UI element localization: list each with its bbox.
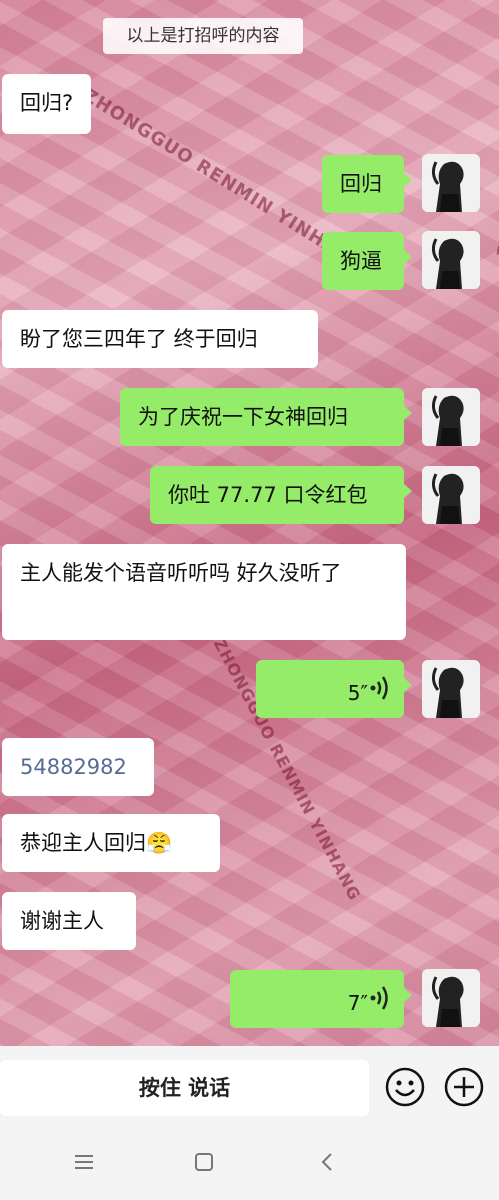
avatar-image	[422, 388, 480, 446]
system-navigation-bar	[0, 1124, 499, 1200]
voice-wave-icon	[370, 986, 388, 1010]
message-bubble-incoming[interactable]: 谢谢主人	[2, 892, 136, 950]
message-bubble-outgoing[interactable]: 狗逼	[322, 232, 412, 290]
chat-area[interactable]: ZHONGGUO RENMIN YINHANG ZHONGGUO RENMIN …	[0, 0, 499, 1046]
message-bubble-incoming[interactable]: 回归?	[2, 74, 92, 134]
message-bubble-incoming[interactable]: 恭迎主人回归😤	[2, 814, 220, 872]
home-icon[interactable]	[190, 1148, 218, 1176]
message-bubble-outgoing[interactable]: 为了庆祝一下女神回归	[120, 388, 412, 446]
voice-message-bubble[interactable]: 7″	[230, 970, 412, 1028]
avatar[interactable]	[422, 969, 480, 1027]
system-tip: 以上是打招呼的内容	[103, 18, 303, 54]
hold-to-talk-button[interactable]: 按住 说话	[0, 1060, 369, 1116]
avatar[interactable]	[422, 660, 480, 718]
back-icon[interactable]	[314, 1148, 342, 1176]
avatar-image	[422, 969, 480, 1027]
message-bubble-incoming[interactable]: 主人能发个语音听听吗 好久没听了	[2, 544, 406, 640]
voice-message-bubble[interactable]: 5″	[256, 660, 412, 718]
avatar[interactable]	[422, 154, 480, 212]
avatar[interactable]	[422, 466, 480, 524]
emoji-icon[interactable]	[384, 1066, 426, 1108]
voice-wave-icon	[370, 676, 388, 700]
avatar[interactable]	[422, 388, 480, 446]
menu-icon[interactable]	[70, 1148, 98, 1176]
voice-duration: 7″	[347, 991, 368, 1015]
avatar-image	[422, 466, 480, 524]
message-bubble-outgoing[interactable]: 你吐 77.77 口令红包	[150, 466, 412, 524]
voice-duration: 5″	[347, 681, 368, 705]
input-bar: 按住 说话	[0, 1046, 499, 1124]
message-bubble-outgoing[interactable]: 回归	[322, 155, 412, 213]
avatar-image	[422, 660, 480, 718]
avatar-image	[422, 154, 480, 212]
avatar[interactable]	[422, 231, 480, 289]
message-bubble-incoming[interactable]: 盼了您三四年了 终于回归	[2, 310, 318, 368]
message-bubble-incoming-link[interactable]: 54882982	[2, 738, 154, 796]
background-image-text-2: ZHONGGUO RENMIN YINHANG	[494, 0, 499, 258]
plus-icon[interactable]	[443, 1066, 485, 1108]
avatar-image	[422, 231, 480, 289]
